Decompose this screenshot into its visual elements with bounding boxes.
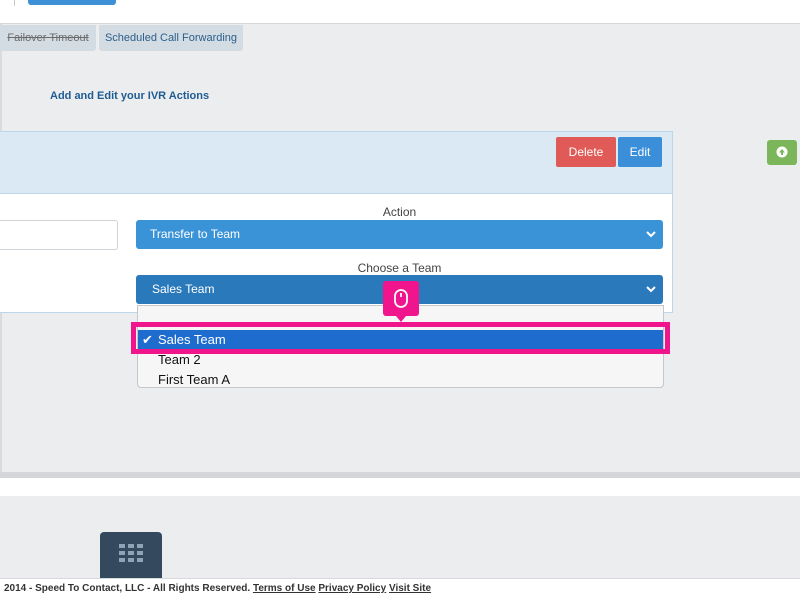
edit-button[interactable]: Edit	[618, 137, 662, 167]
mouse-icon	[394, 289, 408, 308]
visit-site-link[interactable]: Visit Site	[389, 583, 431, 594]
chevron-down-icon	[646, 231, 656, 238]
keypad-button[interactable]	[100, 532, 162, 578]
click-indicator	[383, 281, 419, 322]
top-bar	[0, 0, 800, 24]
team-label: Choose a Team	[357, 261, 442, 275]
chevron-down-icon	[646, 286, 656, 293]
dropdown-option-first-team-a[interactable]: First Team A	[138, 370, 663, 390]
tab-scheduled-call-forwarding[interactable]: Scheduled Call Forwarding	[99, 25, 243, 51]
footer: 2014 - Speed To Contact, LLC - All Right…	[0, 578, 800, 600]
team-select-value: Sales Team	[152, 282, 215, 296]
action-label: Action	[382, 205, 417, 219]
action-select[interactable]: Transfer to Team	[136, 220, 663, 249]
dropdown-option-sales-team[interactable]: ✔ Sales Team	[138, 330, 663, 350]
delete-button[interactable]: Delete	[556, 137, 616, 167]
checkmark-icon: ✔	[142, 332, 153, 347]
panel-header: Delete Edit	[0, 132, 672, 194]
top-bar-divider	[14, 0, 15, 6]
footer-band	[0, 478, 800, 496]
ivr-action-panel: Delete Edit Action Transfer to Team Choo…	[0, 131, 673, 313]
footer-copyright: 2014 - Speed To Contact, LLC - All Right…	[4, 583, 251, 594]
keypad-grid-icon	[119, 544, 143, 562]
key-input[interactable]	[0, 220, 118, 250]
action-select-value: Transfer to Team	[150, 227, 241, 241]
option-label: First Team A	[158, 372, 231, 387]
move-up-button[interactable]	[767, 140, 797, 165]
dropdown-option-team-2[interactable]: Team 2	[138, 350, 663, 370]
option-label: Sales Team	[158, 332, 226, 347]
tab-failover-timeout[interactable]: Failover Timeout	[0, 25, 96, 51]
arrow-up-circle-icon	[776, 146, 788, 158]
terms-link[interactable]: Terms of Use	[253, 583, 316, 594]
section-title: Add and Edit your IVR Actions	[50, 90, 210, 102]
option-label: Team 2	[158, 352, 201, 367]
privacy-link[interactable]: Privacy Policy	[318, 583, 386, 594]
top-bar-button[interactable]	[28, 0, 116, 5]
